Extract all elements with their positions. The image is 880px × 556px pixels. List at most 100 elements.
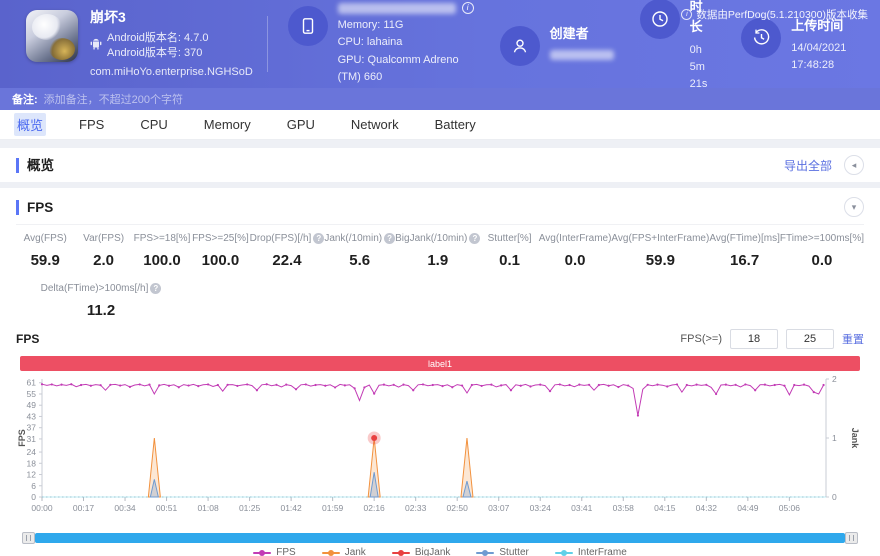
svg-text:02:50: 02:50 (447, 503, 469, 513)
upload-history-icon (741, 17, 782, 58)
phone-icon (287, 6, 328, 47)
svg-text:2: 2 (832, 374, 837, 384)
tab-network[interactable]: Network (348, 115, 402, 134)
device-info: i Memory: 11G CPU: lahaina GPU: Qualcomm… (287, 2, 474, 85)
clock-icon (639, 0, 680, 40)
svg-text:01:08: 01:08 (197, 503, 219, 513)
tab-memory[interactable]: Memory (201, 115, 254, 134)
svg-text:Jank: Jank (850, 428, 860, 450)
metric-jank-10min-: Jank(/10min)? 5.6 (324, 233, 396, 269)
svg-text:03:41: 03:41 (571, 503, 593, 513)
legend-item-fps[interactable]: FPS (253, 547, 296, 556)
svg-text:37: 37 (27, 423, 37, 433)
fps-chart-label: FPS (16, 332, 40, 346)
svg-text:00:17: 00:17 (73, 503, 95, 513)
metric-ftime-100ms-: FTime>=100ms[%] 0.0 (780, 233, 864, 269)
grip-icon (849, 535, 854, 541)
tab-battery[interactable]: Battery (432, 115, 479, 134)
metric-label: Drop(FPS)[/h]? (250, 233, 325, 244)
note-bar[interactable]: 备注: 添加备注，不超过200个字符 (0, 88, 880, 110)
metric-fps-18-: FPS>=18[%] 100.0 (133, 233, 191, 269)
scrollbar-right-handle[interactable] (845, 532, 858, 544)
legend-item-stutter[interactable]: Stutter (476, 547, 529, 556)
device-memory: Memory: 11G (337, 19, 404, 32)
help-icon[interactable]: ? (469, 233, 481, 244)
metric-label: BigJank(/10min)? (395, 233, 481, 244)
fps-threshold-label: FPS(>=) (680, 333, 722, 345)
collapse-left-arrow-icon[interactable]: ◂ (844, 155, 864, 175)
metric-avg-interframe-: Avg(InterFrame) 0.0 (539, 233, 612, 269)
fps-threshold-input-1[interactable] (730, 329, 778, 349)
tab-gpu[interactable]: GPU (284, 115, 318, 134)
fps-chart: 0 6 12 18 24 31 37 43 49 55 61 0 1 2 FPS Jank 00:00 00:17… (16, 373, 864, 530)
metric-value: 1.9 (427, 252, 449, 269)
svg-text:1: 1 (832, 433, 837, 443)
creator-name-redacted (549, 50, 614, 61)
duration-value: 0h 5m 21s (689, 43, 708, 90)
label-range-bar[interactable]: label1 (20, 356, 860, 371)
tab-概览[interactable]: 概览 (14, 113, 47, 136)
range-bar-label: label1 (427, 358, 453, 369)
metric-avg-fps-interframe-: Avg(FPS+InterFrame) 59.9 (611, 233, 709, 269)
help-icon[interactable]: ? (313, 233, 325, 244)
collector-version: i 数据由PerfDog(5.1.210300)版本收集 (681, 7, 868, 22)
help-icon[interactable]: ? (150, 283, 162, 294)
svg-text:00:00: 00:00 (31, 503, 53, 513)
svg-text:12: 12 (27, 470, 37, 480)
tab-bar: 概览 FPS CPU Memory GPU Network Battery (0, 110, 880, 140)
metric-value: 59.9 (30, 252, 60, 269)
metric-label: FPS>=18[%] (133, 233, 191, 244)
svg-text:05:06: 05:06 (779, 503, 801, 513)
fps-threshold-input-2[interactable] (786, 329, 834, 349)
app-icon (26, 10, 78, 63)
header-divider (266, 16, 268, 72)
legend-marker-icon (253, 549, 272, 556)
metric-fps-25-: FPS>=25[%] 100.0 (191, 233, 249, 269)
app-package: com.miHoYo.enterprise.NGHSoD (90, 65, 253, 78)
collapse-chevron-icon[interactable]: ▾ (844, 197, 864, 217)
metric-value: 0.0 (811, 252, 833, 269)
legend-item-jank[interactable]: Jank (321, 547, 366, 556)
export-all-link[interactable]: 导出全部 (784, 157, 832, 174)
legend-item-bigjank[interactable]: BigJank (391, 547, 450, 556)
fps-metrics-row2: Delta(FTime)>100ms[/h]? 11.2 (16, 283, 864, 319)
metric-label: FTime>=100ms[%] (779, 233, 864, 244)
svg-text:02:16: 02:16 (364, 503, 386, 513)
svg-text:00:34: 00:34 (114, 503, 136, 513)
app-summary: 崩坏3 Android版本名: 4.7.0 Android版本号: 370 co… (26, 8, 253, 79)
android-version-name: Android版本名: 4.7.0 (107, 32, 209, 45)
svg-text:03:58: 03:58 (613, 503, 635, 513)
svg-text:55: 55 (27, 389, 37, 399)
svg-text:04:49: 04:49 (737, 503, 759, 513)
divider (16, 224, 864, 225)
upload-time-value: 14/04/2021 17:48:28 (791, 42, 847, 72)
perfdog-report-page: 崩坏3 Android版本名: 4.7.0 Android版本号: 370 co… (0, 0, 880, 556)
creator-info: 创建者 (499, 22, 614, 66)
scrollbar-track[interactable] (35, 533, 845, 543)
legend-marker-icon (321, 549, 340, 556)
device-gpu: GPU: Qualcomm Adreno (TM) 660 (337, 53, 459, 83)
legend-item-interframe[interactable]: InterFrame (554, 547, 627, 556)
metric-avg-fps-: Avg(FPS) 59.9 (16, 233, 74, 269)
svg-text:04:15: 04:15 (654, 503, 676, 513)
info-icon[interactable]: i (461, 2, 474, 15)
tab-fps[interactable]: FPS (76, 115, 107, 134)
fps-chart-svg[interactable]: 06121824313743495561012FPS Jank00:00 00:17… (16, 373, 864, 525)
help-icon[interactable]: ? (384, 233, 396, 244)
fps-panel: FPS ▾ Avg(FPS) 59.9 Var(FPS) 2.0 FPS>=18[%] 1… (0, 188, 880, 556)
metric-stutter-: Stutter[%] 0.1 (480, 233, 538, 269)
metric-value: 0.0 (564, 252, 586, 269)
reset-link[interactable]: 重置 (842, 331, 864, 347)
user-icon (499, 25, 540, 66)
metric-var-fps-: Var(FPS) 2.0 (74, 233, 132, 269)
tab-cpu[interactable]: CPU (137, 115, 170, 134)
metric-label: Avg(FPS+InterFrame) (611, 233, 710, 244)
metric-label: Jank(/10min)? (324, 233, 396, 244)
device-cpu: CPU: lahaina (337, 36, 403, 49)
svg-text:43: 43 (27, 411, 37, 421)
legend-label: FPS (276, 547, 296, 556)
scrollbar-left-handle[interactable] (22, 532, 35, 544)
svg-text:49: 49 (27, 400, 37, 410)
metric-value: 16.7 (730, 252, 760, 269)
legend-label: InterFrame (577, 547, 627, 556)
